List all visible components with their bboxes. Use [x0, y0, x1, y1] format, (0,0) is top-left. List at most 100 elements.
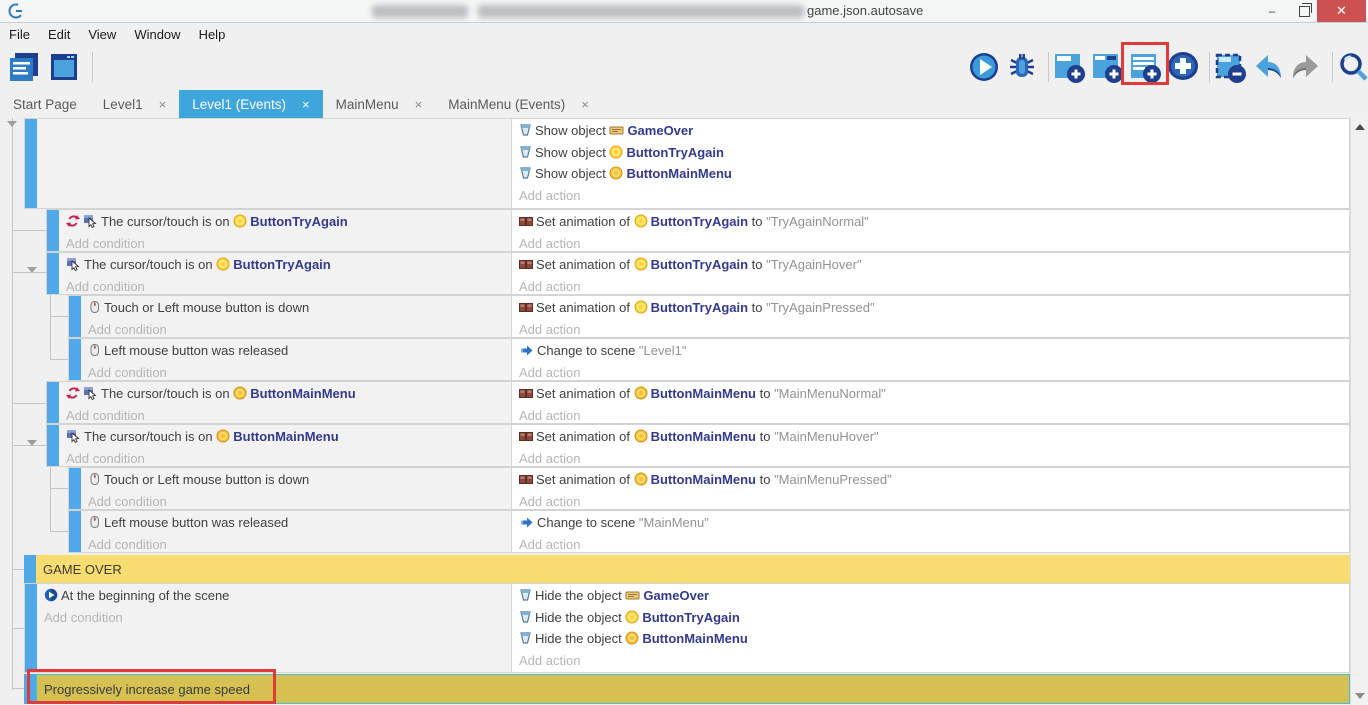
tab-start-page[interactable]: Start Page [0, 90, 90, 118]
tab-mainmenu[interactable]: MainMenu× [323, 90, 436, 118]
action-line[interactable]: Set animation of ButtonMainMenu to "Main… [519, 469, 1349, 491]
event-row[interactable]: At the beginning of the sceneAdd conditi… [24, 583, 1350, 673]
tab-close-icon[interactable]: × [581, 97, 589, 112]
actions-cell[interactable]: Set animation of ButtonMainMenu to "Main… [511, 425, 1349, 466]
add-action-link[interactable]: Add action [519, 448, 1349, 467]
add-condition-link[interactable]: Add condition [66, 233, 511, 252]
add-action-link[interactable]: Add action [519, 233, 1349, 252]
undo-button[interactable] [1252, 50, 1286, 84]
action-line[interactable]: Change to scene "MainMenu" [519, 512, 1349, 534]
action-line[interactable]: Change to scene "Level1" [519, 340, 1349, 362]
fold-arrow-icon[interactable] [27, 440, 37, 446]
add-action-link[interactable]: Add action [519, 362, 1349, 381]
condition-line[interactable]: Left mouse button was released [88, 512, 511, 534]
add-action-link[interactable]: Add action [519, 405, 1349, 424]
fold-arrow-icon[interactable] [27, 267, 37, 273]
restore-button[interactable] [1290, 0, 1318, 22]
scroll-up-arrow-icon[interactable] [1355, 124, 1365, 130]
menu-file[interactable]: File [0, 27, 39, 42]
event-row[interactable]: Show object GameOverShow object ButtonTr… [24, 118, 1350, 209]
conditions-cell[interactable]: The cursor/touch is on ButtonTryAgainAdd… [59, 210, 511, 251]
condition-line[interactable]: The cursor/touch is on ButtonTryAgain [66, 211, 511, 233]
close-button[interactable]: ✕ [1317, 0, 1366, 22]
actions-cell[interactable]: Set animation of ButtonTryAgain to "TryA… [511, 296, 1349, 337]
tab-level1-events-[interactable]: Level1 (Events)× [179, 90, 322, 118]
conditions-cell[interactable]: Touch or Left mouse button is downAdd co… [81, 468, 511, 509]
action-line[interactable]: Set animation of ButtonMainMenu to "Main… [519, 426, 1349, 448]
conditions-cell[interactable]: Touch or Left mouse button is downAdd co… [81, 296, 511, 337]
search-button[interactable] [1337, 50, 1368, 84]
tab-close-icon[interactable]: × [159, 97, 167, 112]
condition-line[interactable]: Left mouse button was released [88, 340, 511, 362]
tab-close-icon[interactable]: × [302, 97, 310, 112]
comment-row[interactable]: Progressively increase game speed [24, 674, 1350, 704]
event-row[interactable]: The cursor/touch is on ButtonMainMenuAdd… [46, 381, 1350, 424]
tab-close-icon[interactable]: × [415, 97, 423, 112]
actions-cell[interactable]: Set animation of ButtonMainMenu to "Main… [511, 382, 1349, 423]
actions-cell[interactable]: Set animation of ButtonTryAgain to "TryA… [511, 253, 1349, 294]
add-action-link[interactable]: Add action [519, 534, 1349, 553]
action-line[interactable]: Show object ButtonTryAgain [519, 142, 1349, 164]
action-line[interactable]: Show object ButtonMainMenu [519, 163, 1349, 185]
action-line[interactable]: Hide the object GameOver [519, 585, 1349, 607]
actions-cell[interactable]: Set animation of ButtonMainMenu to "Main… [511, 468, 1349, 509]
tab-mainmenu-events-[interactable]: MainMenu (Events)× [435, 90, 602, 118]
event-row[interactable]: The cursor/touch is on ButtonTryAgainAdd… [46, 252, 1350, 295]
action-line[interactable]: Hide the object ButtonMainMenu [519, 628, 1349, 650]
condition-line[interactable]: Touch or Left mouse button is down [88, 297, 511, 319]
action-line[interactable]: Show object GameOver [519, 120, 1349, 142]
condition-line[interactable]: At the beginning of the scene [44, 585, 511, 607]
event-row[interactable]: The cursor/touch is on ButtonMainMenu Add… [46, 424, 1350, 467]
actions-cell[interactable]: Show object GameOverShow object ButtonTr… [511, 119, 1349, 208]
condition-line[interactable]: The cursor/touch is on ButtonMainMenu [66, 383, 511, 405]
debug-button[interactable] [1006, 50, 1040, 84]
event-row[interactable]: Touch or Left mouse button is downAdd co… [68, 467, 1350, 510]
actions-cell[interactable]: Change to scene "Level1"Add action [511, 339, 1349, 380]
condition-line[interactable]: The cursor/touch is on ButtonTryAgain [66, 254, 511, 276]
project-manager-button[interactable] [48, 50, 82, 84]
conditions-cell[interactable]: Left mouse button was releasedAdd condit… [81, 511, 511, 552]
add-action-link[interactable]: Add action [519, 650, 1349, 672]
add-condition-link[interactable]: Add condition [44, 607, 511, 629]
conditions-cell[interactable]: Left mouse button was releasedAdd condit… [81, 339, 511, 380]
action-line[interactable]: Hide the object ButtonTryAgain [519, 607, 1349, 629]
add-condition-link[interactable]: Add condition [88, 491, 511, 510]
action-line[interactable]: Set animation of ButtonTryAgain to "TryA… [519, 211, 1349, 233]
add-condition-link[interactable]: Add condition [88, 534, 511, 553]
add-condition-link[interactable]: Add condition [66, 276, 511, 295]
add-event-button[interactable] [1053, 50, 1087, 84]
vertical-scrollbar[interactable] [1350, 118, 1368, 705]
actions-cell[interactable]: Set animation of ButtonTryAgain to "TryA… [511, 210, 1349, 251]
add-condition-link[interactable]: Add condition [66, 405, 511, 424]
scroll-down-arrow-icon[interactable] [1355, 693, 1365, 699]
event-row[interactable]: Left mouse button was releasedAdd condit… [68, 510, 1350, 553]
menu-help[interactable]: Help [190, 27, 235, 42]
play-button[interactable] [968, 50, 1002, 84]
condition-line[interactable]: Touch or Left mouse button is down [88, 469, 511, 491]
event-row[interactable]: The cursor/touch is on ButtonTryAgainAdd… [46, 209, 1350, 252]
add-plus-button[interactable] [1167, 50, 1201, 84]
condition-line[interactable]: The cursor/touch is on ButtonMainMenu [66, 426, 511, 448]
add-comment-button[interactable] [1129, 50, 1163, 84]
open-project-button[interactable] [8, 50, 42, 84]
fold-arrow-icon[interactable] [7, 121, 17, 127]
comment-row[interactable]: GAME OVER [24, 555, 1350, 583]
event-row[interactable]: Touch or Left mouse button is downAdd co… [68, 295, 1350, 338]
action-line[interactable]: Set animation of ButtonTryAgain to "TryA… [519, 254, 1349, 276]
add-subevent-button[interactable] [1091, 50, 1125, 84]
add-action-link[interactable]: Add action [519, 319, 1349, 338]
delete-event-button[interactable] [1214, 50, 1248, 84]
conditions-cell[interactable]: At the beginning of the sceneAdd conditi… [37, 584, 511, 672]
action-line[interactable]: Set animation of ButtonTryAgain to "TryA… [519, 297, 1349, 319]
add-action-link[interactable]: Add action [519, 491, 1349, 510]
conditions-cell[interactable]: The cursor/touch is on ButtonMainMenuAdd… [59, 382, 511, 423]
add-condition-link[interactable]: Add condition [88, 319, 511, 338]
conditions-cell[interactable]: The cursor/touch is on ButtonMainMenuAdd… [59, 425, 511, 466]
add-action-link[interactable]: Add action [519, 276, 1349, 295]
menu-view[interactable]: View [79, 27, 125, 42]
tab-level1[interactable]: Level1× [90, 90, 179, 118]
add-action-link[interactable]: Add action [519, 185, 1349, 207]
action-line[interactable]: Set animation of ButtonMainMenu to "Main… [519, 383, 1349, 405]
conditions-cell[interactable] [37, 119, 511, 208]
conditions-cell[interactable]: The cursor/touch is on ButtonTryAgainAdd… [59, 253, 511, 294]
